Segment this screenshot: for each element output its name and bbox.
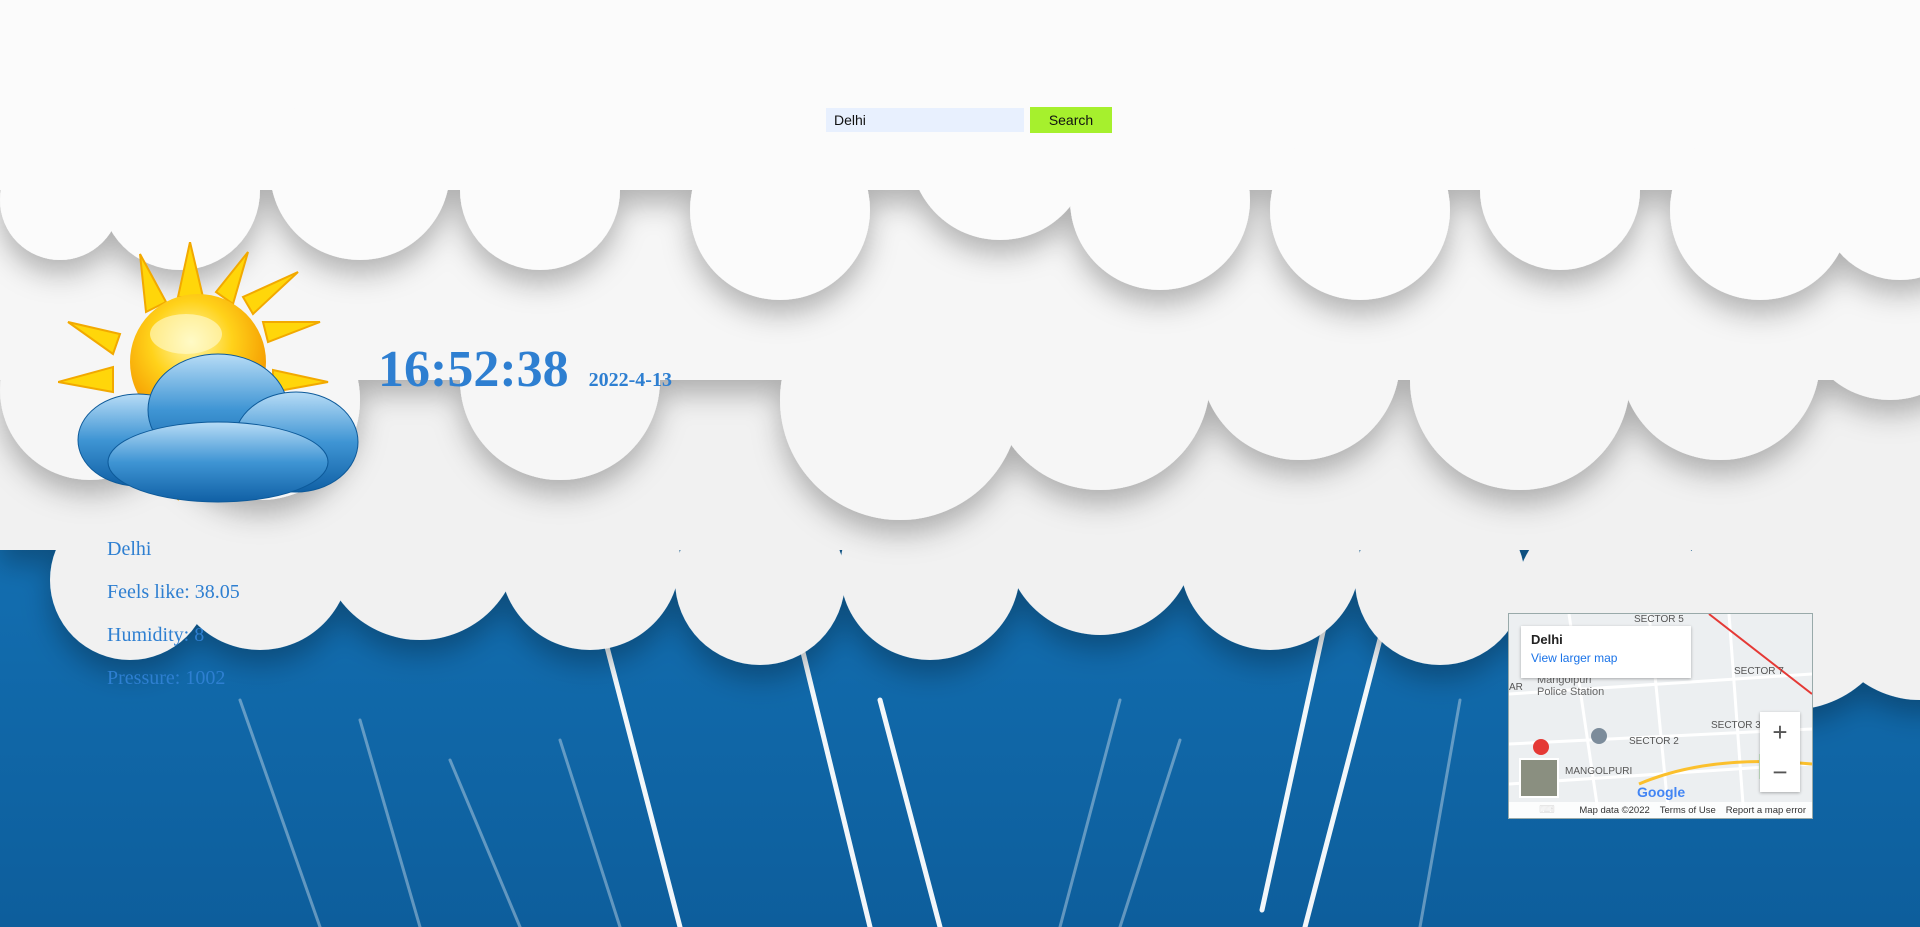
search-form: Search — [826, 107, 1112, 133]
google-map-embed[interactable]: SECTOR 5 SECTOR 7 Mangolpuri Police Stat… — [1508, 613, 1813, 819]
zoom-in-button[interactable]: + — [1760, 712, 1800, 752]
current-date: 2022-4-13 — [588, 369, 672, 391]
humidity: Humidity: 8 — [107, 624, 205, 646]
sun-behind-cloud-icon — [58, 242, 359, 503]
map-label-sector3: SECTOR 3 — [1711, 720, 1761, 731]
report-map-error-link[interactable]: Report a map error — [1726, 805, 1806, 816]
map-label-sector7: SECTOR 7 — [1734, 666, 1784, 677]
feels-like: Feels like: 38.05 — [107, 581, 240, 603]
google-logo: Google — [1637, 784, 1686, 800]
map-label-mangolpuri: MANGOLPURI — [1565, 766, 1633, 777]
satellite-toggle-thumbnail[interactable] — [1519, 758, 1559, 798]
clock: 16:52:38 2022-4-13 — [378, 340, 672, 399]
map-data-attribution: Map data ©2022 — [1579, 804, 1650, 816]
current-time: 16:52:38 — [378, 341, 569, 398]
pressure: Pressure: 1002 — [107, 667, 226, 689]
map-label-ar: AR — [1509, 682, 1523, 693]
map-place-name: Delhi — [1531, 632, 1563, 647]
map-footer: Map data ©2022 Terms of Use Report a map… — [1509, 802, 1812, 818]
weather-info: Delhi Feels like: 38.05 Humidity: 8 Pres… — [107, 538, 240, 710]
map-place-card: Delhi View larger map — [1521, 626, 1691, 678]
city-name: Delhi — [107, 538, 152, 560]
map-label-sector5: SECTOR 5 — [1634, 614, 1684, 625]
view-larger-map-link[interactable]: View larger map — [1531, 651, 1681, 665]
zoom-out-button[interactable]: − — [1760, 752, 1800, 792]
map-zoom-control: + − — [1760, 712, 1800, 792]
map-label-sector2: SECTOR 2 — [1629, 736, 1679, 747]
search-button[interactable]: Search — [1030, 107, 1112, 133]
terms-of-use-link[interactable]: Terms of Use — [1660, 805, 1716, 816]
city-search-input[interactable] — [826, 108, 1024, 132]
